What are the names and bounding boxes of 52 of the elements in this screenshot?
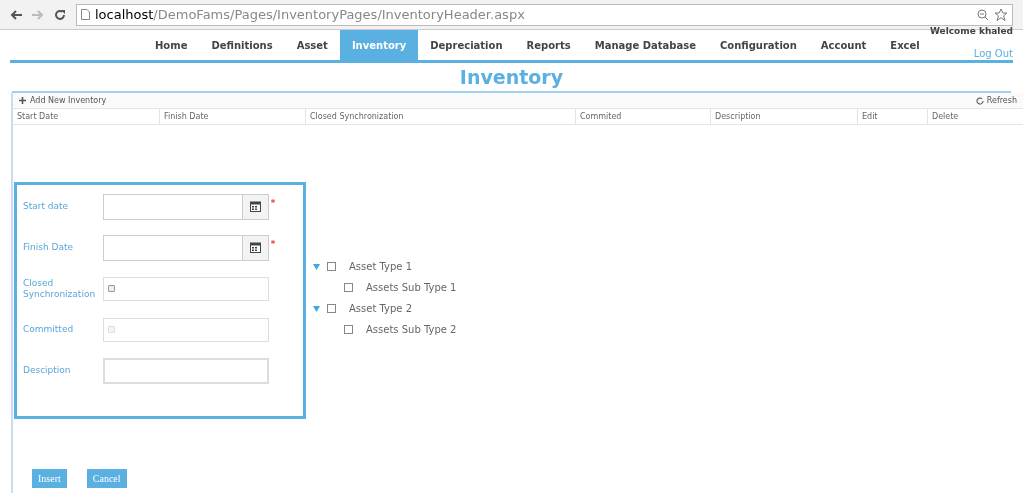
date-field[interactable] [103,193,269,220]
nav-tab[interactable]: Account [808,30,879,60]
tree-checkbox[interactable] [327,262,336,271]
checkbox[interactable] [108,285,115,292]
column-header: Description [710,109,857,124]
expand-arrow-icon[interactable] [313,305,320,312]
star-icon[interactable] [994,7,1008,22]
calendar-button[interactable] [242,235,268,260]
tree-checkbox[interactable] [344,325,353,334]
calendar-icon [250,242,261,253]
refresh-icon [975,96,984,105]
add-button[interactable]: Add New Inventory [19,94,107,107]
zoom-icon[interactable] [977,8,989,21]
tree-label[interactable]: Assets Sub Type 2 [366,322,457,337]
column-header: Commited [575,109,710,124]
page-title: Inventory [459,64,564,90]
tree-label[interactable]: Asset Type 2 [349,301,413,316]
field-label: Closed Synchronization [23,277,97,300]
field-label: Start date [23,201,70,212]
refresh-button[interactable]: Refresh [975,94,1017,107]
welcome-text: Welcome khaled [929,25,1013,38]
column-header: Finish Date [159,109,305,124]
nav-tab[interactable]: Definitions [199,30,285,60]
date-field[interactable] [103,234,269,261]
back-icon[interactable] [10,9,22,20]
calendar-button[interactable] [242,194,268,219]
nav-tab[interactable]: Manage Database [582,30,708,60]
column-header: Edit [857,109,927,124]
nav-tab[interactable]: Reports [514,30,583,60]
url-text: localhost/DemoFams/Pages/InventoryPages/InventoryHeader.aspx [95,5,525,24]
column-header: Closed Synchronization [305,109,575,124]
tree-checkbox[interactable] [327,304,336,313]
tree-label[interactable]: Assets Sub Type 1 [366,280,457,295]
field-label: Committed [23,324,75,335]
tree-label[interactable]: Asset Type 1 [349,259,413,274]
nav-tab[interactable]: Excel [878,30,932,60]
field-label: Desciption [23,365,72,376]
reload-icon[interactable] [54,8,66,21]
tree-checkbox[interactable] [344,283,353,292]
address-bar[interactable]: localhost/DemoFams/Pages/InventoryPages/InventoryHeader.aspx [76,3,1013,26]
plus-icon [19,97,26,104]
nav-tab[interactable]: Depreciation [418,30,515,60]
nav-tab[interactable]: Home [143,30,200,60]
column-header: Start Date [16,110,60,123]
description-field[interactable] [103,357,269,384]
expand-arrow-icon[interactable] [313,263,320,270]
field-label: Finish Date [23,242,74,253]
calendar-icon [250,201,261,212]
nav-tab[interactable]: Asset [284,30,340,60]
nav-tab[interactable]: Configuration [707,30,809,60]
page-icon [81,9,90,20]
column-header: Delete [927,109,1022,124]
